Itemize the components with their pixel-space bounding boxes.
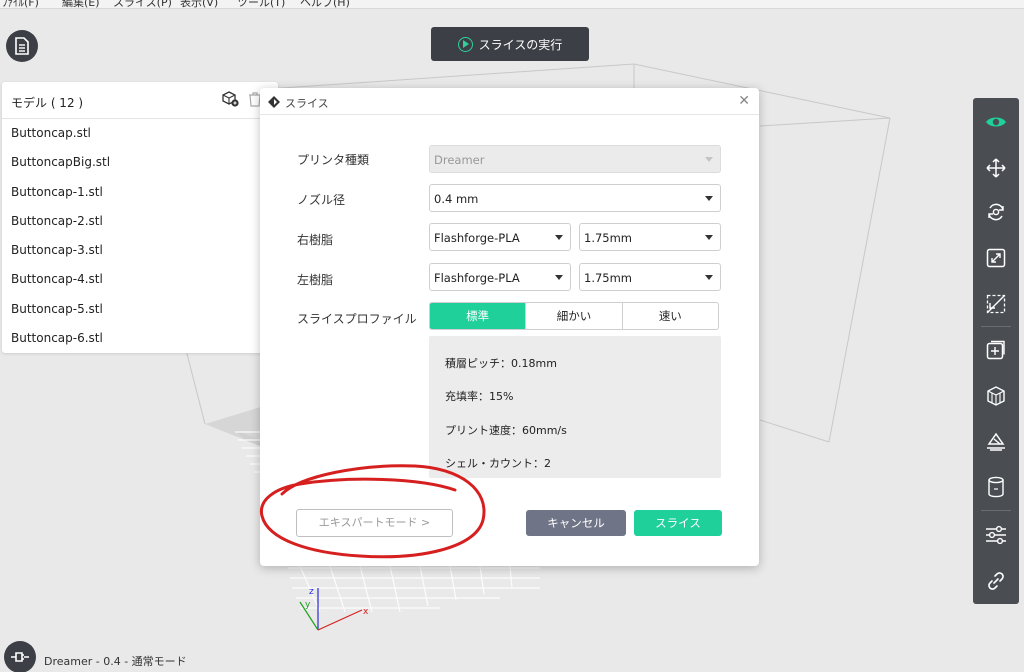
- printer-connection-button[interactable]: [4, 641, 36, 672]
- eye-icon: [986, 117, 1006, 127]
- scale-icon: [986, 248, 1006, 268]
- plug-icon: [11, 652, 29, 662]
- link-icon: [988, 572, 1004, 590]
- leveling-icon: [987, 432, 1005, 451]
- red-circle-annotation: [259, 464, 486, 559]
- settings-tool-button[interactable]: [973, 518, 1019, 552]
- cylinder-icon: [988, 476, 1004, 498]
- mirror-icon: [986, 294, 1006, 314]
- add-support-tool-button[interactable]: [973, 333, 1019, 367]
- rotate-icon: [988, 203, 1004, 221]
- move-icon: [986, 158, 1006, 178]
- scale-tool-button[interactable]: [973, 241, 1019, 275]
- toolbar-divider: [981, 510, 1011, 511]
- leveling-tool-button[interactable]: [973, 424, 1019, 458]
- support-icon: [987, 386, 1005, 406]
- printer-status-text: Dreamer - 0.4 - 通常モード: [44, 655, 187, 668]
- cylinder-tool-button[interactable]: [973, 470, 1019, 504]
- link-tool-button[interactable]: [973, 564, 1019, 598]
- mirror-tool-button[interactable]: [973, 287, 1019, 321]
- view-tool-button[interactable]: [973, 105, 1019, 139]
- move-tool-button[interactable]: [973, 151, 1019, 185]
- right-toolbar: [973, 98, 1019, 604]
- rotate-tool-button[interactable]: [973, 195, 1019, 229]
- settings-sliders-icon: [986, 525, 1006, 545]
- support-tool-button[interactable]: [973, 379, 1019, 413]
- add-support-icon: [986, 340, 1005, 360]
- toolbar-divider: [981, 326, 1011, 327]
